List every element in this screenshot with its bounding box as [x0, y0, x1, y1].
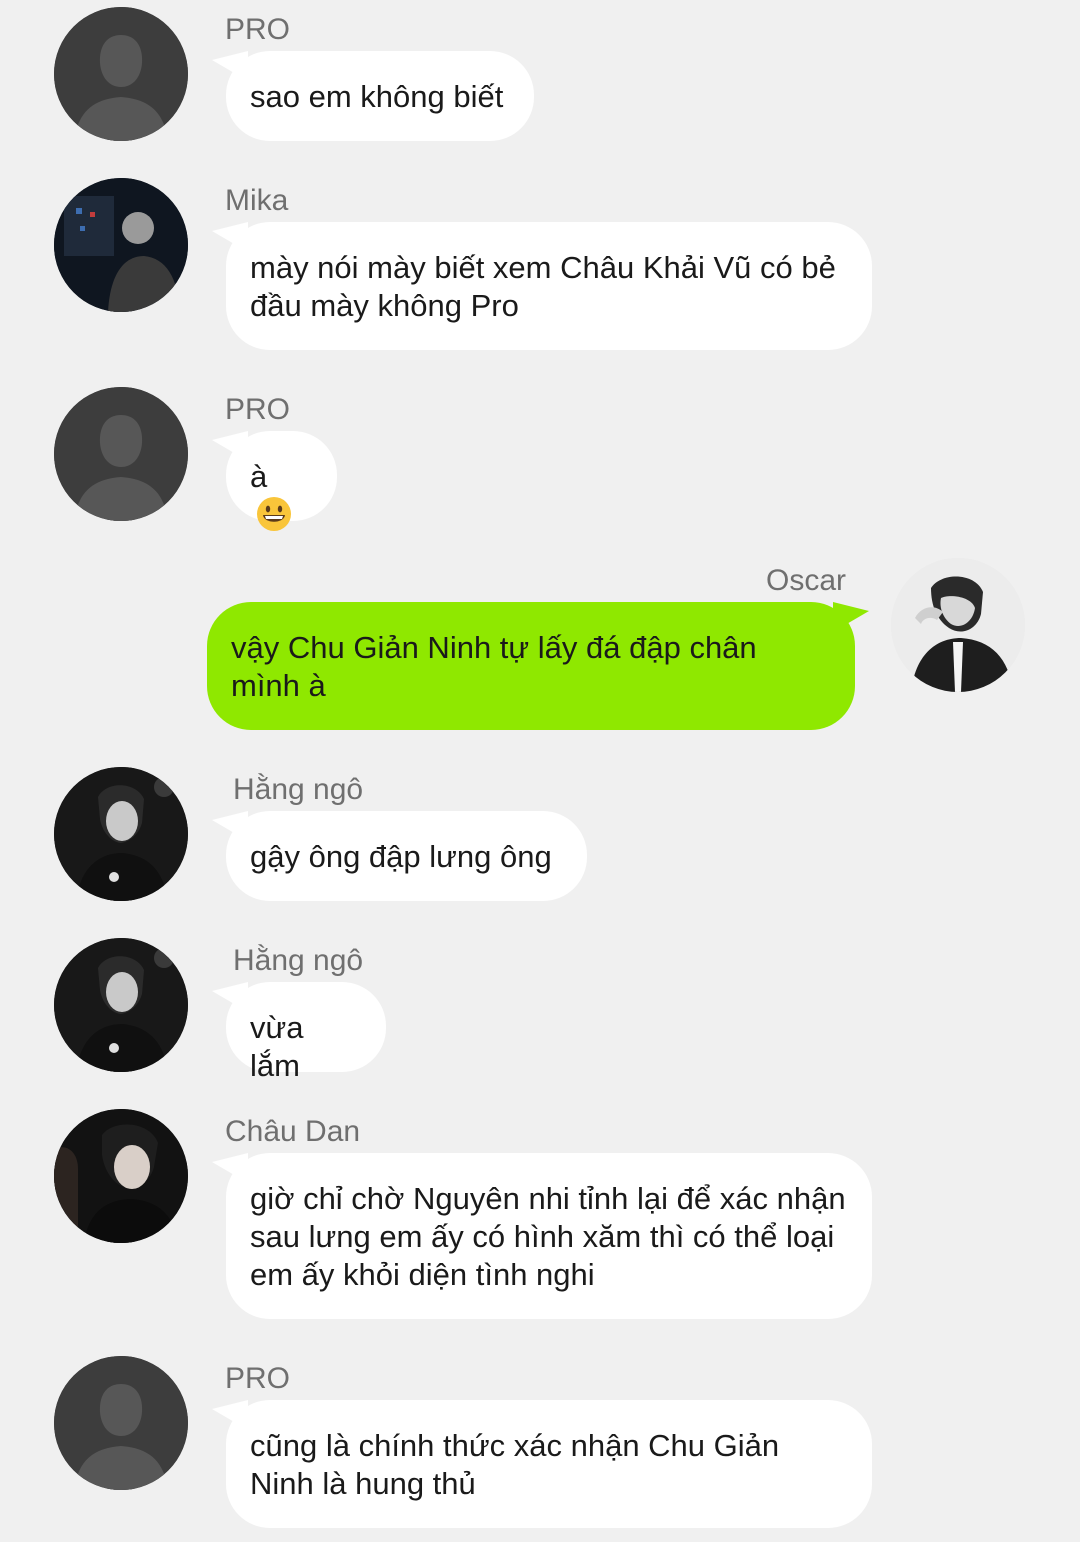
grinning-face-emoji: [257, 497, 291, 531]
message-text: vậy Chu Giản Ninh tự lấy đá đập chân mìn…: [231, 630, 757, 703]
photo-avatar[interactable]: [54, 767, 188, 901]
sender-name: Oscar: [765, 564, 846, 597]
sender-name: PRO: [225, 393, 291, 426]
message-bubble[interactable]: giờ chỉ chờ Nguyên nhi tỉnh lại để xác n…: [226, 1153, 872, 1319]
sender-name: Mika: [225, 184, 289, 217]
default-avatar[interactable]: [54, 1356, 188, 1490]
message-bubble[interactable]: sao em không biết: [226, 51, 534, 141]
message-bubble[interactable]: à: [226, 431, 337, 531]
photo-avatar[interactable]: [54, 178, 188, 312]
default-avatar[interactable]: [54, 387, 188, 521]
message-text: vừa lắm: [250, 1010, 304, 1083]
default-user-icon: [54, 1356, 188, 1490]
message-text: cũng là chính thức xác nhận Chu Giản Nin…: [250, 1428, 780, 1501]
photo-avatar[interactable]: [54, 1109, 188, 1243]
default-avatar[interactable]: [54, 7, 188, 141]
default-user-icon: [54, 7, 188, 141]
message-text: à: [250, 459, 268, 494]
sender-name: Châu Dan: [225, 1115, 361, 1148]
message-text: giờ chỉ chờ Nguyên nhi tỉnh lại để xác n…: [250, 1181, 846, 1292]
sender-name: Hằng ngô: [233, 773, 364, 806]
sender-name: PRO: [225, 13, 291, 46]
message-text: gậy ông đập lưng ông: [250, 839, 552, 874]
user-photo-icon: [54, 1109, 188, 1243]
message-text: sao em không biết: [250, 79, 504, 114]
photo-avatar[interactable]: [54, 938, 188, 1072]
user-photo-icon: [54, 938, 188, 1072]
user-photo-icon: [891, 558, 1025, 692]
message-bubble-own[interactable]: vậy Chu Giản Ninh tự lấy đá đập chân mìn…: [207, 602, 855, 730]
user-photo-icon: [54, 767, 188, 901]
message-bubble[interactable]: cũng là chính thức xác nhận Chu Giản Nin…: [226, 1400, 872, 1528]
message-text: mày nói mày biết xem Châu Khải Vũ có bẻ …: [250, 250, 836, 323]
message-bubble[interactable]: gậy ông đập lưng ông: [226, 811, 587, 901]
message-bubble[interactable]: mày nói mày biết xem Châu Khải Vũ có bẻ …: [226, 222, 872, 350]
sender-name: Hằng ngô: [233, 944, 364, 977]
photo-avatar[interactable]: [891, 558, 1025, 692]
user-photo-icon: [54, 178, 188, 312]
default-user-icon: [54, 387, 188, 521]
sender-name: PRO: [225, 1362, 291, 1395]
message-bubble[interactable]: vừa lắm: [226, 982, 386, 1083]
